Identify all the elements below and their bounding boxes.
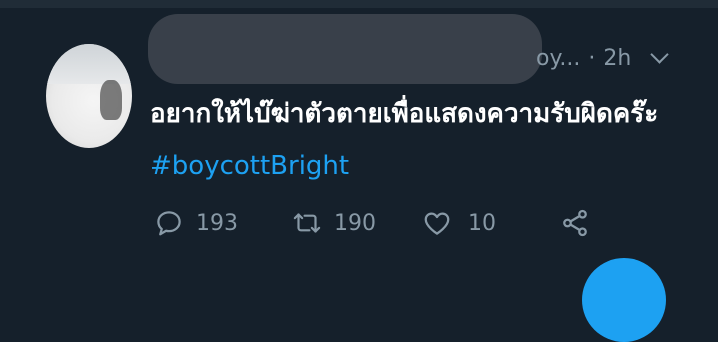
redacted-username-overlay bbox=[148, 14, 542, 84]
hashtag-link[interactable]: #boycottBright bbox=[150, 151, 349, 181]
compose-fab[interactable] bbox=[582, 258, 666, 342]
previous-tweet-edge bbox=[0, 0, 718, 8]
tweet-text: อยากให้ไบ๊ฆ่าตัวตายเพื่อแสดงความรับผิดคร… bbox=[150, 99, 659, 129]
reply-count: 193 bbox=[196, 210, 238, 236]
retweet-count: 190 bbox=[334, 210, 376, 236]
heart-icon bbox=[424, 212, 450, 235]
tweet-header-meta: oy... · 2h bbox=[536, 45, 669, 71]
avatar-figure bbox=[100, 80, 122, 120]
tweet-actions: 193 190 10 bbox=[154, 208, 590, 238]
like-button[interactable]: 10 bbox=[422, 209, 496, 237]
avatar-sky bbox=[46, 44, 132, 84]
meta-separator: · bbox=[588, 46, 596, 71]
retweet-icon bbox=[293, 213, 321, 233]
share-icon bbox=[563, 209, 587, 237]
avatar[interactable] bbox=[46, 44, 132, 148]
chevron-down-icon[interactable] bbox=[650, 45, 669, 64]
reply-icon bbox=[157, 211, 181, 236]
reply-button[interactable]: 193 bbox=[154, 208, 238, 238]
user-handle-fragment[interactable]: oy... bbox=[536, 46, 580, 71]
retweet-button[interactable]: 190 bbox=[290, 208, 376, 238]
like-count: 10 bbox=[468, 210, 496, 236]
tweet-timestamp[interactable]: 2h bbox=[603, 46, 631, 71]
share-button[interactable] bbox=[560, 208, 590, 238]
tweet-body: อยากให้ไบ๊ฆ่าตัวตายเพื่อแสดงความรับผิดคร… bbox=[150, 88, 690, 192]
